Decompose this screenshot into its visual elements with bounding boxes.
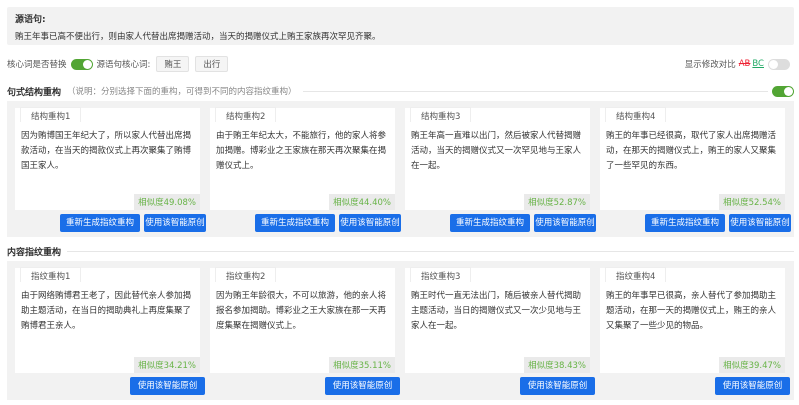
core-word-tag[interactable]: 出行: [195, 56, 229, 72]
card-text: 贿王的年事早已很高，亲人替代了参加揭助主题活动，在那一天的揭赠仪式上，贿王的亲人…: [606, 291, 777, 331]
core-word-tag[interactable]: 贿王: [156, 56, 190, 72]
diff-toggle-group: 显示修改对比 AB BC: [685, 58, 794, 70]
content-card-1: 指纹重构1 由于网络贿博君王老了，因此替代亲人参加揭助主题活动，在当日的揭助典礼…: [15, 267, 200, 373]
similarity-badge: 相似度44.40%: [329, 194, 395, 210]
card-tab[interactable]: 结构重构2: [215, 107, 277, 122]
similarity-badge: 相似度52.54%: [719, 194, 785, 210]
content-card-2: 指纹重构2 因为贿王年龄很大，不可以旅游，他的亲人将报名参加揭助。博彩业之王大家…: [210, 267, 395, 373]
card-text: 由于网络贿博君王老了，因此替代亲人参加揭助主题活动，在当日的揭助典礼上再度集聚了…: [21, 291, 192, 331]
diff-label: 显示修改对比: [684, 60, 736, 70]
diff-ab-sample: AB: [738, 59, 751, 69]
card-text: 由于贿王年纪太大，不能旅行，他的家人将参加揭赠。博彩业之王家族在那天再次聚集在揭…: [216, 131, 387, 171]
use-original-button[interactable]: 使用该智能原创: [520, 377, 595, 395]
sentence-section-note: （说明：分别选择下面的重构，可得到不同的内容指纹重构）: [67, 87, 297, 97]
regenerate-button[interactable]: 重新生成指纹重构: [255, 214, 335, 232]
use-original-button[interactable]: 使用该智能原创: [339, 214, 401, 232]
use-original-button[interactable]: 使用该智能原创: [130, 377, 205, 395]
regenerate-button[interactable]: 重新生成指纹重构: [450, 214, 530, 232]
use-original-button[interactable]: 使用该智能原创: [144, 214, 206, 232]
options-row: 核心词是否替换 源语句核心词: 贿王 出行 显示修改对比 AB BC: [7, 56, 794, 72]
section-divider: [302, 90, 768, 92]
sentence-card-2: 结构重构2 由于贿王年纪太大，不能旅行，他的家人将参加揭赠。博彩业之王家族在那天…: [210, 107, 395, 210]
card-tab[interactable]: 结构重构4: [605, 107, 667, 122]
regenerate-button[interactable]: 重新生成指纹重构: [60, 214, 140, 232]
similarity-badge: 相似度35.11%: [329, 357, 395, 373]
use-original-button[interactable]: 使用该智能原创: [325, 377, 400, 395]
section-divider: [67, 250, 794, 252]
similarity-badge: 相似度38.43%: [524, 357, 590, 373]
source-label: 源语句:: [15, 15, 46, 25]
card-tab[interactable]: 指纹重构4: [605, 267, 667, 282]
sentence-card-3: 结构重构3 贿王年高一直难以出门，然后被家人代替揭赠活动，当天的揭赠仪式又一次罕…: [405, 107, 590, 210]
card-tab[interactable]: 指纹重构2: [215, 267, 277, 282]
regenerate-button[interactable]: 重新生成指纹重构: [645, 214, 725, 232]
use-original-button[interactable]: 使用该智能原创: [534, 214, 596, 232]
sentence-section-header: 句式结构重构 （说明：分别选择下面的重构，可得到不同的内容指纹重构）: [7, 84, 794, 98]
sentence-card-4: 结构重构4 贿王的年事已经很高，取代了家人出席揭赠活动，在那天的揭赠仪式上，贿王…: [600, 107, 785, 210]
sentence-section-toggle[interactable]: [772, 85, 794, 97]
card-tab[interactable]: 结构重构3: [410, 107, 472, 122]
core-replace-toggle[interactable]: [70, 58, 93, 70]
content-cards-panel: 指纹重构1 由于网络贿博君王老了，因此替代亲人参加揭助主题活动，在当日的揭助典礼…: [7, 261, 794, 400]
card-tab[interactable]: 指纹重构3: [410, 267, 472, 282]
similarity-badge: 相似度34.21%: [134, 357, 200, 373]
card-text: 贿王年高一直难以出门，然后被家人代替揭赠活动，当天的揭赠仪式又一次罕见地与王家人…: [411, 131, 582, 171]
content-card-3: 指纹重构3 贿王时代一直无法出门，随后被亲人替代揭助主题活动，当日的揭赠仪式又一…: [405, 267, 590, 373]
core-replace-label: 核心词是否替换: [7, 60, 67, 70]
card-text: 因为贿博国王年纪大了，所以家人代替出席揭款活动，在当天的揭款仪式上再次聚集了贿博…: [21, 131, 192, 171]
content-section-header: 内容指纹重构: [7, 244, 794, 258]
card-tab[interactable]: 结构重构1: [20, 107, 82, 122]
use-original-button[interactable]: 使用该智能原创: [715, 377, 790, 395]
source-core-label: 源语句核心词:: [96, 60, 151, 70]
card-tab[interactable]: 指纹重构1: [20, 267, 82, 282]
sentence-cards-panel: 结构重构1 因为贿博国王年纪大了，所以家人代替出席揭款活动，在当天的揭款仪式上再…: [7, 101, 794, 237]
content-card-4: 指纹重构4 贿王的年事早已很高，亲人替代了参加揭助主题活动，在那一天的揭赠仪式上…: [600, 267, 785, 373]
card-text: 因为贿王年龄很大，不可以旅游，他的亲人将报名参加揭助。博彩业之王大家族在那一天再…: [216, 291, 387, 331]
card-text: 贿王的年事已经很高，取代了家人出席揭赠活动，在那天的揭赠仪式上，贿王的家人又聚集…: [606, 131, 777, 171]
sentence-section-title: 句式结构重构: [7, 87, 62, 98]
diff-bc-sample: BC: [752, 59, 764, 69]
content-section-title: 内容指纹重构: [7, 247, 62, 258]
source-text: 贿王年事已高不便出行，则由家人代替出席揭赠活动，当天的揭赠仪式上贿王家族再次罕见…: [15, 32, 381, 42]
use-original-button[interactable]: 使用该智能原创: [729, 214, 791, 232]
source-sentence-box: 源语句: 贿王年事已高不便出行，则由家人代替出席揭赠活动，当天的揭赠仪式上贿王家…: [7, 7, 794, 45]
diff-toggle[interactable]: [768, 58, 790, 70]
similarity-badge: 相似度39.47%: [719, 357, 785, 373]
similarity-badge: 相似度52.87%: [524, 194, 590, 210]
sentence-card-1: 结构重构1 因为贿博国王年纪大了，所以家人代替出席揭款活动，在当天的揭款仪式上再…: [15, 107, 200, 210]
card-text: 贿王时代一直无法出门，随后被亲人替代揭助主题活动，当日的揭赠仪式又一次少见地与王…: [411, 291, 582, 331]
similarity-badge: 相似度49.08%: [134, 194, 200, 210]
